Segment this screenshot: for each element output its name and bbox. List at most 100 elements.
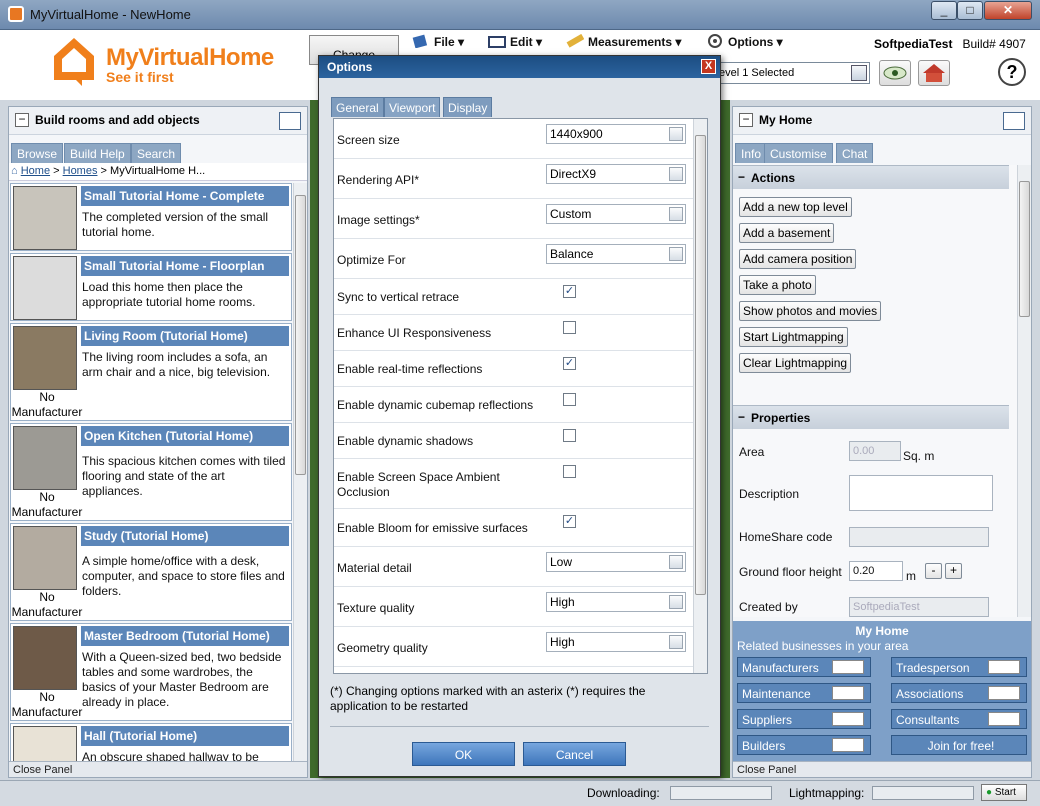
ok-button[interactable]: OK bbox=[412, 742, 515, 766]
menu-measurements[interactable]: Measurements ▾ bbox=[566, 33, 681, 52]
item-title: Study (Tutorial Home) bbox=[81, 526, 289, 546]
right-scrollbar[interactable] bbox=[1017, 165, 1031, 617]
tab-general[interactable]: General bbox=[331, 97, 384, 117]
join-free-button[interactable]: Join for free! bbox=[891, 735, 1027, 755]
left-panel: Build rooms and add objects − Browse Bui… bbox=[8, 106, 308, 778]
list-item[interactable]: No Manufacturer Open Kitchen (Tutorial H… bbox=[10, 423, 292, 521]
image-settings-select[interactable]: Custom bbox=[546, 204, 686, 224]
item-manufacturer: No Manufacturer bbox=[11, 690, 83, 719]
level-select[interactable]: evel 1 Selected bbox=[714, 62, 870, 84]
option-label: Image settings* bbox=[337, 213, 420, 227]
start-lightmap-button[interactable]: ● Start bbox=[981, 784, 1027, 801]
biz-suppliers[interactable]: Suppliers bbox=[737, 709, 871, 729]
business-subtitle: Related businesses in your area bbox=[737, 639, 909, 653]
options-scrollbar[interactable] bbox=[693, 119, 707, 673]
menu-options[interactable]: Options ▾ bbox=[706, 34, 783, 52]
catalog-list: Small Tutorial Home - Complete The compl… bbox=[9, 183, 293, 761]
biz-associations[interactable]: Associations bbox=[891, 683, 1027, 703]
biz-label: Consultants bbox=[896, 713, 960, 727]
tab-browse[interactable]: Browse bbox=[11, 143, 64, 163]
option-label: Optimize For bbox=[337, 253, 406, 267]
lightmapping-label: Lightmapping: bbox=[789, 786, 865, 800]
option-row: Optimize For Balance bbox=[334, 239, 693, 279]
texture-quality-select[interactable]: High bbox=[546, 592, 686, 612]
material-detail-select[interactable]: Low bbox=[546, 552, 686, 572]
list-item[interactable]: No Manufacturer Study (Tutorial Home) A … bbox=[10, 523, 292, 621]
bloom-checkbox[interactable]: ✓ bbox=[563, 515, 576, 528]
optimize-for-select[interactable]: Balance bbox=[546, 244, 686, 264]
rendering-api-select[interactable]: DirectX9 bbox=[546, 164, 686, 184]
tab-search[interactable]: Search bbox=[131, 143, 182, 163]
properties-header[interactable]: − Properties bbox=[733, 405, 1009, 429]
list-item[interactable]: Hall (Tutorial Home) An obscure shaped h… bbox=[10, 723, 292, 761]
realtime-reflections-checkbox[interactable]: ✓ bbox=[563, 357, 576, 370]
list-item[interactable]: No Manufacturer Master Bedroom (Tutorial… bbox=[10, 623, 292, 721]
menu-file[interactable]: File ▾ bbox=[412, 34, 464, 52]
decrease-height-button[interactable]: - bbox=[925, 563, 942, 579]
scroll-thumb[interactable] bbox=[295, 195, 306, 475]
biz-maintenance[interactable]: Maintenance bbox=[737, 683, 871, 703]
list-item[interactable]: Small Tutorial Home - Floorplan Load thi… bbox=[10, 253, 292, 321]
increase-height-button[interactable]: + bbox=[945, 563, 962, 579]
geometry-quality-select[interactable]: High bbox=[546, 632, 686, 652]
gear-icon bbox=[706, 34, 724, 48]
actions-header[interactable]: − Actions bbox=[733, 165, 1009, 189]
tab-build-help[interactable]: Build Help bbox=[64, 143, 131, 163]
maximize-button[interactable]: □ bbox=[957, 1, 983, 20]
dock-icon[interactable] bbox=[1003, 112, 1025, 130]
left-tabs: Browse Build Help Search bbox=[11, 143, 301, 165]
tab-info[interactable]: Info bbox=[735, 143, 768, 163]
list-item[interactable]: Small Tutorial Home - Complete The compl… bbox=[10, 183, 292, 251]
tab-chat[interactable]: Chat bbox=[836, 143, 874, 163]
add-top-level-button[interactable]: Add a new top level bbox=[739, 197, 852, 217]
biz-consultants[interactable]: Consultants bbox=[891, 709, 1027, 729]
breadcrumb-home[interactable]: Home bbox=[21, 165, 50, 177]
view-house-button[interactable] bbox=[918, 60, 950, 86]
close-right-panel[interactable]: Close Panel bbox=[733, 761, 1031, 777]
take-photo-button[interactable]: Take a photo bbox=[739, 275, 816, 295]
item-manufacturer: No Manufacturer bbox=[11, 590, 83, 619]
close-left-panel[interactable]: Close Panel bbox=[9, 761, 307, 777]
biz-manufacturers[interactable]: Manufacturers bbox=[737, 657, 871, 677]
biz-count bbox=[832, 686, 864, 700]
left-scrollbar[interactable] bbox=[293, 183, 307, 761]
close-window-button[interactable]: ✕ bbox=[984, 1, 1032, 20]
cubemap-reflections-checkbox[interactable] bbox=[563, 393, 576, 406]
description-textarea[interactable] bbox=[849, 475, 993, 511]
view-eye-button[interactable] bbox=[879, 60, 911, 86]
vsync-checkbox[interactable]: ✓ bbox=[563, 285, 576, 298]
add-basement-button[interactable]: Add a basement bbox=[739, 223, 835, 243]
screen-size-select[interactable]: 1440x900 bbox=[546, 124, 686, 144]
collapse-right-button[interactable]: − bbox=[739, 113, 753, 127]
biz-tradesperson[interactable]: Tradesperson bbox=[891, 657, 1027, 677]
show-photos-button[interactable]: Show photos and movies bbox=[739, 301, 882, 321]
cancel-button[interactable]: Cancel bbox=[523, 742, 626, 766]
breadcrumb-homes[interactable]: Homes bbox=[63, 165, 98, 177]
item-title: Living Room (Tutorial Home) bbox=[81, 326, 289, 346]
chevron-down-icon[interactable] bbox=[851, 65, 867, 81]
scroll-thumb[interactable] bbox=[1019, 181, 1030, 317]
dock-icon[interactable] bbox=[279, 112, 301, 130]
biz-label: Manufacturers bbox=[742, 661, 819, 675]
ssao-checkbox[interactable] bbox=[563, 465, 576, 478]
ground-height-unit: m bbox=[906, 569, 916, 583]
list-item[interactable]: No Manufacturer Living Room (Tutorial Ho… bbox=[10, 323, 292, 421]
start-lightmapping-button[interactable]: Start Lightmapping bbox=[739, 327, 848, 347]
help-button[interactable]: ? bbox=[998, 58, 1026, 86]
scroll-thumb[interactable] bbox=[695, 135, 706, 595]
dialog-close-button[interactable]: X bbox=[701, 59, 716, 74]
ui-responsiveness-checkbox[interactable] bbox=[563, 321, 576, 334]
item-manufacturer: No Manufacturer bbox=[11, 490, 83, 519]
option-row: Geometry quality High bbox=[334, 627, 693, 667]
menu-edit[interactable]: Edit ▾ bbox=[488, 34, 542, 52]
ground-height-input[interactable]: 0.20 bbox=[849, 561, 903, 581]
clear-lightmapping-button[interactable]: Clear Lightmapping bbox=[739, 353, 852, 373]
dynamic-shadows-checkbox[interactable] bbox=[563, 429, 576, 442]
biz-builders[interactable]: Builders bbox=[737, 735, 871, 755]
tab-customise[interactable]: Customise bbox=[764, 143, 833, 163]
add-camera-position-button[interactable]: Add camera position bbox=[739, 249, 857, 269]
tab-display[interactable]: Display bbox=[443, 97, 493, 117]
minimize-button[interactable]: _ bbox=[931, 1, 957, 20]
tab-viewport[interactable]: Viewport bbox=[384, 97, 441, 117]
collapse-left-button[interactable]: − bbox=[15, 113, 29, 127]
